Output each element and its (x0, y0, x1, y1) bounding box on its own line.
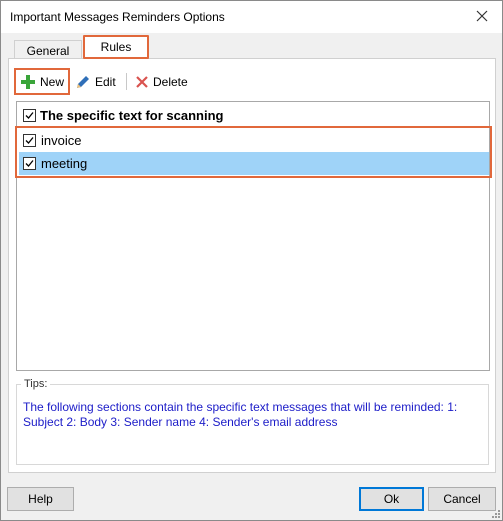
window-title: Important Messages Reminders Options (10, 10, 225, 24)
checkmark-icon (25, 160, 34, 167)
list-header[interactable]: The specific text for scanning (18, 104, 488, 128)
list-item-selected[interactable]: meeting (19, 152, 489, 175)
edit-button-label: Edit (95, 75, 116, 89)
tab-general[interactable]: General (14, 40, 82, 60)
list-item-label: meeting (41, 156, 88, 171)
cancel-button[interactable]: Cancel (428, 487, 496, 511)
title-bar: Important Messages Reminders Options (1, 1, 502, 33)
ok-button[interactable]: Ok (359, 487, 424, 511)
cancel-button-label: Cancel (443, 492, 481, 506)
tab-rules[interactable]: Rules (83, 35, 149, 59)
options-dialog: Important Messages Reminders Options Gen… (0, 0, 503, 521)
close-button[interactable] (467, 3, 497, 29)
tab-general-label: General (26, 43, 70, 58)
checkmark-icon (25, 137, 34, 144)
checkmark-icon (25, 112, 34, 119)
delete-x-icon (136, 76, 148, 88)
edit-button[interactable]: Edit (75, 70, 116, 94)
help-button[interactable]: Help (7, 487, 74, 511)
delete-button[interactable]: Delete (135, 70, 188, 94)
ok-button-label: Ok (383, 492, 400, 506)
new-button[interactable]: New (14, 68, 70, 95)
help-button-label: Help (28, 492, 53, 506)
list-items-group: invoice meeting (15, 126, 492, 178)
resize-grip-icon[interactable] (491, 509, 501, 519)
close-icon (476, 10, 488, 22)
header-checkbox[interactable] (23, 109, 36, 122)
list-item[interactable]: invoice (19, 129, 489, 152)
item-checkbox[interactable] (23, 157, 36, 170)
delete-button-label: Delete (153, 75, 188, 89)
tips-label: Tips: (21, 378, 51, 390)
plus-icon (21, 74, 35, 89)
item-checkbox[interactable] (23, 134, 36, 147)
pencil-icon (77, 76, 89, 88)
list-header-label: The specific text for scanning (40, 108, 224, 123)
tab-rules-label: Rules (100, 40, 132, 54)
new-button-label: New (40, 74, 65, 89)
list-item-label: invoice (41, 133, 82, 148)
tips-text: The following sections contain the speci… (23, 400, 458, 429)
toolbar-separator (126, 73, 127, 90)
